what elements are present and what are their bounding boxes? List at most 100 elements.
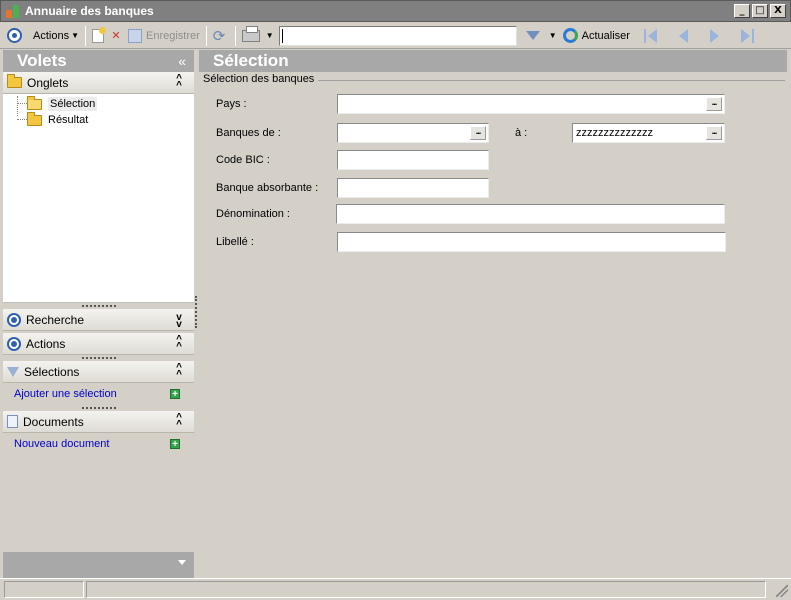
recherche-label: Recherche <box>26 312 85 327</box>
a-value: zzzzzzzzzzzzzz <box>576 127 653 139</box>
banques-de-lookup-button[interactable]: ... <box>470 126 486 140</box>
delete-button[interactable]: ✕ <box>107 25 125 47</box>
tree-item-resultat[interactable]: Résultat <box>27 111 89 128</box>
search-panel-icon <box>7 312 21 327</box>
maximize-button[interactable]: □ <box>752 4 768 18</box>
add-selection-row: Ajouter une sélection + <box>3 383 194 405</box>
new-button[interactable] <box>89 25 107 47</box>
documents-label: Documents <box>23 414 84 429</box>
add-selection-link[interactable]: Ajouter une sélection <box>14 388 117 400</box>
minimize-button[interactable]: _ <box>734 4 750 18</box>
onglets-label: Onglets <box>27 75 69 90</box>
actions-section-label: Actions <box>26 336 66 351</box>
banques-de-input[interactable]: ... <box>337 123 489 143</box>
filter-icon <box>525 31 540 40</box>
volets-header: Volets « <box>3 50 194 72</box>
actions-icon <box>7 28 22 43</box>
pays-input[interactable]: ... <box>337 94 725 114</box>
filter-icon <box>7 366 19 377</box>
pane-menu-bar[interactable] <box>3 552 194 578</box>
libelle-input[interactable] <box>337 232 726 252</box>
previous-record-button[interactable] <box>668 25 699 47</box>
right-pane: Sélection Sélection des banques Pays : .… <box>199 50 787 578</box>
app-icon <box>5 3 21 19</box>
title-bar: Annuaire des banques _ □ X <box>0 0 791 22</box>
last-record-button[interactable] <box>730 25 761 47</box>
selection-title: Sélection <box>213 51 289 70</box>
add-icon[interactable]: + <box>170 389 180 400</box>
caret-down-icon: ▼ <box>548 31 557 40</box>
status-bar <box>0 578 791 600</box>
chevron-up-icon[interactable]: ^ ^ <box>174 413 184 430</box>
dropdown-arrow-icon[interactable] <box>178 560 186 565</box>
onglets-tree: Sélection Résultat <box>3 94 194 303</box>
chevron-up-icon[interactable]: ^ ^ <box>174 363 184 380</box>
resize-grip-icon[interactable] <box>776 585 788 597</box>
folder-icon <box>7 74 22 88</box>
first-record-button[interactable] <box>637 25 668 47</box>
a-lookup-button[interactable]: ... <box>706 126 722 140</box>
a-input[interactable]: zzzzzzzzzzzzzz ... <box>572 123 725 143</box>
code-bic-label: Code BIC : <box>216 154 270 166</box>
chevron-up-icon[interactable]: ^ ^ <box>174 74 184 91</box>
tree-item-selection[interactable]: Sélection <box>27 95 98 112</box>
folder-open-icon <box>27 95 42 110</box>
save-icon <box>128 28 142 43</box>
status-cell <box>86 581 766 598</box>
left-pane: Volets « Onglets ^ ^ Sélection Résultat R… <box>3 50 194 578</box>
folder-icon <box>27 111 42 126</box>
add-icon[interactable]: + <box>170 439 180 450</box>
print-button[interactable]: ▼ <box>239 25 277 47</box>
pays-label: Pays : <box>216 98 247 110</box>
pays-lookup-button[interactable]: ... <box>706 97 722 111</box>
toolbar: Actions ▼ ✕ Enregistrer ⟳ ▼ ▼ Actualiser <box>0 23 791 49</box>
group-divider <box>311 80 785 81</box>
recherche-section-header[interactable]: Recherche vv <box>3 309 194 331</box>
onglets-section-header[interactable]: Onglets ^ ^ <box>3 72 194 94</box>
search-input[interactable] <box>278 25 517 46</box>
next-record-button[interactable] <box>699 25 730 47</box>
actions-panel-icon <box>7 336 21 351</box>
document-icon <box>7 415 18 428</box>
libelle-label: Libellé : <box>216 236 254 248</box>
volets-title: Volets <box>17 51 67 70</box>
status-cell <box>4 581 84 598</box>
actions-menu-button[interactable]: Actions ▼ <box>4 25 82 47</box>
banque-absorbante-label: Banque absorbante : <box>216 182 319 194</box>
collapse-pane-icon[interactable]: « <box>178 53 186 69</box>
window-title: Annuaire des banques <box>25 4 154 18</box>
close-button[interactable]: X <box>770 4 786 18</box>
sync-button[interactable]: ⟳ <box>210 25 232 47</box>
save-button[interactable]: Enregistrer <box>125 25 203 47</box>
banques-de-label: Banques de : <box>216 127 281 139</box>
filter-button[interactable]: ▼ <box>517 25 560 47</box>
banque-absorbante-input[interactable] <box>337 178 489 198</box>
a-label: à : <box>515 127 528 139</box>
actions-section-header[interactable]: Actions ^ ^ <box>3 333 194 355</box>
toolbar-separator <box>85 25 86 46</box>
chevron-down-icon[interactable]: vv <box>174 313 184 330</box>
tree-connector <box>17 103 27 104</box>
save-label: Enregistrer <box>146 29 200 42</box>
selection-header: Sélection <box>199 50 787 72</box>
window-controls: _ □ X <box>734 4 786 18</box>
new-document-icon <box>92 26 106 43</box>
documents-section-header[interactable]: Documents ^ ^ <box>3 411 194 433</box>
next-record-icon <box>709 28 719 43</box>
chevron-up-icon[interactable]: ^ ^ <box>174 335 184 352</box>
vertical-splitter[interactable] <box>195 296 197 328</box>
denomination-input[interactable] <box>336 204 725 224</box>
code-bic-input[interactable] <box>337 150 489 170</box>
group-title: Sélection des banques <box>203 73 319 85</box>
new-document-link[interactable]: Nouveau document <box>14 438 109 450</box>
sync-icon: ⟳ <box>212 26 226 45</box>
refresh-button[interactable]: Actualiser <box>560 25 633 47</box>
caret-down-icon: ▼ <box>265 31 274 40</box>
tree-item-label: Résultat <box>48 114 89 126</box>
actions-label: Actions <box>33 29 70 42</box>
selections-section-header[interactable]: Sélections ^ ^ <box>3 361 194 383</box>
last-record-icon <box>740 28 754 43</box>
refresh-label: Actualiser <box>581 29 630 42</box>
tree-item-label: Sélection <box>48 97 98 111</box>
caret-down-icon: ▼ <box>71 31 79 40</box>
